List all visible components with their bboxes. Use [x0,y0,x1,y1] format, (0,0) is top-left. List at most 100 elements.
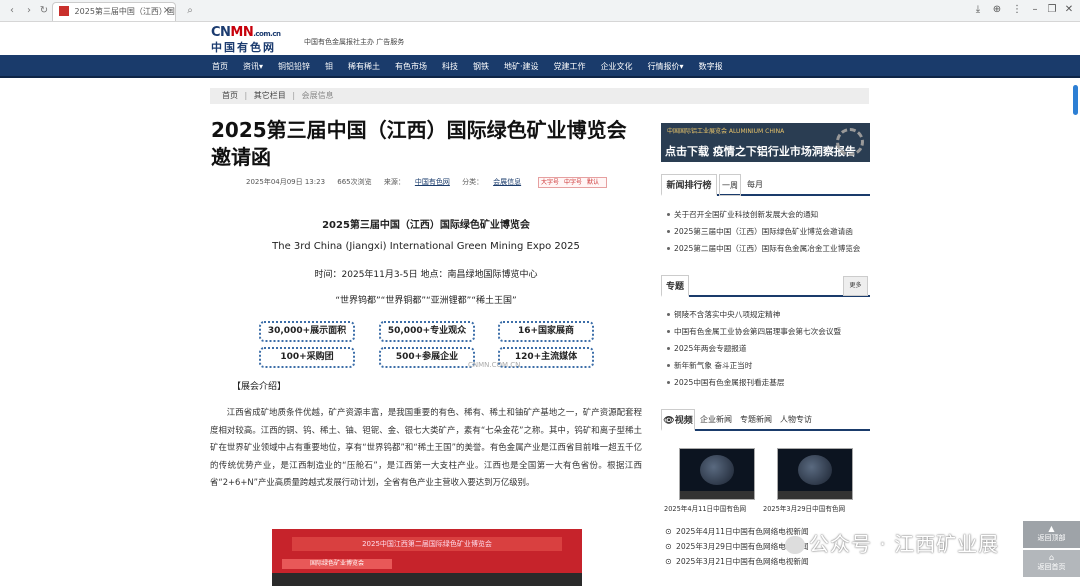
download-icon[interactable]: ⤓ [971,4,985,15]
list-item[interactable]: 2025第三届中国（江西）国际绿色矿业博览会邀请函 [665,223,870,240]
list-item[interactable]: 2025第二届中国（江西）国际有色金属冶金工业博览会 [665,240,870,257]
nav-item[interactable]: 首页 [212,55,228,78]
nav-item[interactable]: 行情报价▾ [648,55,684,78]
stat-box: 30,000+展示面积 [259,321,355,342]
expo-en: The 3rd China (Jiangxi) International Gr… [272,241,580,252]
browser-tab[interactable]: 2025第三届中国（江西）国际 × [52,2,176,21]
list-item[interactable]: 新年新气象 奋斗正当时 [665,357,870,374]
font-default-button[interactable]: 默认 [587,179,599,186]
stat-box: 50,000+专业观众 [379,321,475,342]
back-home-label: 返回首页 [1037,563,1066,571]
site-header: CNMN.com.cn 中国有色网 中国有色金属报社主办 广告服务 [0,22,1080,55]
gear-icon [836,128,864,156]
breadcrumb-section[interactable]: 其它栏目 [254,91,286,100]
video-controls [680,491,754,499]
source-label: 来源： [383,178,405,186]
nav-item[interactable]: 铜铝铅锌 [278,55,310,78]
search-icon[interactable]: ⌕ [183,4,197,18]
video-thumb[interactable] [777,448,853,500]
back-top-button[interactable]: ▲ 返回顶部 [1023,521,1080,548]
breadcrumb: 首页 | 其它栏目 | 会展信息 [210,88,869,104]
nav-item[interactable]: 有色市场 [395,55,427,78]
nav-item[interactable]: 钢铁 [473,55,489,78]
list-item[interactable]: 中国有色金属工业协会第四届理事会第七次会议暨 [665,323,870,340]
video-header: 👁视频 企业新闻 专题新闻 人物专访 [661,409,870,431]
category-link[interactable]: 会展信息 [493,178,521,186]
tab-interviews[interactable]: 人物专访 [777,409,815,431]
topics-list: 铜陵不含落实中央八项规定精神 中国有色金属工业协会第四届理事会第七次会议暨 20… [665,306,870,391]
expo-name: 2025第三届中国（江西）国际绿色矿业博览会 [322,220,530,231]
close-tab-icon[interactable]: × [163,5,171,16]
scrollbar-thumb[interactable] [1073,85,1078,115]
nav-item[interactable]: 稀有稀土 [348,55,380,78]
font-mid-button[interactable]: 中字号 [564,179,582,186]
video-orb [798,455,832,485]
video-thumb[interactable] [679,448,755,500]
list-item[interactable]: 铜陵不含落实中央八项规定精神 [665,306,870,323]
ad-small-text: 中国国际铝工业展览会 ALUMINIUM CHINA [667,128,785,135]
list-item[interactable]: 2025年两会专题报道 [665,340,870,357]
stat-box: 16+国家展商 [498,321,594,342]
ad-banner[interactable]: 中国国际铝工业展览会 ALUMINIUM CHINA 点击下载 疫情之下铝行业市… [661,123,870,162]
logo-text-b: MN [230,25,254,40]
tab-week[interactable]: 一周 [719,174,741,196]
site-logo[interactable]: CNMN.com.cn 中国有色网 [211,25,293,54]
nav-item[interactable]: 资讯▾ [243,55,263,78]
font-large-button[interactable]: 大字号 [541,179,559,186]
nav-item[interactable]: 地矿·建设 [504,55,539,78]
restore-button[interactable]: ❐ [1045,4,1059,15]
header-slogan: 中国有色金属报社主办 广告服务 [304,38,405,46]
ranking-list: 关于召开全国矿业科技创新发展大会的通知 2025第三届中国（江西）国际绿色矿业博… [665,206,870,257]
eye-icon: 👁 [663,416,675,426]
tab-company-news[interactable]: 企业新闻 [697,409,735,431]
browser-toolbar: ‹ › ↻ 2025第三届中国（江西）国际 × ⌕ ⤓ ⊕ ⋮ – ❐ ✕ [0,0,1080,22]
photo-banner: 2025中国江西第二届国际绿色矿业博览会 [292,537,562,551]
nav-item[interactable]: 企业文化 [601,55,633,78]
ad-big-text: 点击下载 疫情之下铝行业市场洞察报告 [665,145,856,158]
breadcrumb-home[interactable]: 首页 [222,91,238,100]
article-title: 2025第三届中国（江西）国际绿色矿业博览会邀请函 [211,118,627,169]
nav-item[interactable]: 科技 [442,55,458,78]
video-controls [778,491,852,499]
video-orb [700,455,734,485]
minimize-button[interactable]: – [1028,4,1042,15]
globe-icon[interactable]: ⊕ [990,4,1004,15]
watermark: CNMN.COM.CN [468,361,521,369]
tab-topic-news[interactable]: 专题新闻 [737,409,775,431]
wechat-watermark: 公众号 · 江西矿业展 [785,528,999,557]
intro-heading: 【展会介绍】 [232,382,287,392]
more-button[interactable]: 更多 [843,276,868,296]
list-item[interactable]: 2025中国有色金属报刊看走基层 [665,374,870,391]
logo-cn: 中国有色网 [211,41,276,54]
forward-icon[interactable]: › [22,4,36,18]
video-caption[interactable]: 2025年4月11日中国有色网 [664,503,752,513]
article-date: 2025年04月09日 13:23 [246,178,326,186]
close-window-button[interactable]: ✕ [1062,4,1076,15]
source-link[interactable]: 中国有色网 [415,178,450,186]
back-top-label: 返回顶部 [1037,534,1066,542]
list-item[interactable]: 关于召开全国矿业科技创新发展大会的通知 [665,206,870,223]
tab-video[interactable]: 👁视频 [661,409,695,431]
menu-icon[interactable]: ⋮ [1010,4,1024,15]
breadcrumb-sep: | [292,91,296,100]
reload-icon[interactable]: ↻ [37,4,51,18]
nav-item[interactable]: 钼 [325,55,333,78]
back-icon[interactable]: ‹ [5,4,19,18]
logo-text-a: CN [211,25,231,40]
photo-subbanner: 国际绿色矿业博览会 [282,559,392,569]
intro-paragraph: 江西省成矿地质条件优越，矿产资源丰富，是我国重要的有色、稀有、稀土和铀矿产基地之… [210,407,642,488]
topics-header: 专题 [661,275,870,297]
nav-item[interactable]: 数字报 [699,55,723,78]
ranking-title: 新闻排行榜 [661,174,717,196]
logo-suffix: .com.cn [253,30,281,38]
expo-time-place: 时间：2025年11月3-5日 地点：南昌绿地国际博览中心 [314,270,538,280]
tab-month[interactable]: 每月 [743,174,767,196]
breadcrumb-sep: | [244,91,248,100]
video-caption[interactable]: 2025年3月29日中国有色网 [763,503,851,513]
back-home-button[interactable]: ⌂ 返回首页 [1023,550,1080,577]
expo-tagline: “世界钨都”“世界铜都”“亚洲锂都”“稀土王国” [335,296,517,306]
nav-item[interactable]: 党建工作 [554,55,586,78]
arrow-up-icon: ▲ [1048,524,1055,533]
breadcrumb-current[interactable]: 会展信息 [302,91,334,100]
photo-crowd [272,573,582,586]
